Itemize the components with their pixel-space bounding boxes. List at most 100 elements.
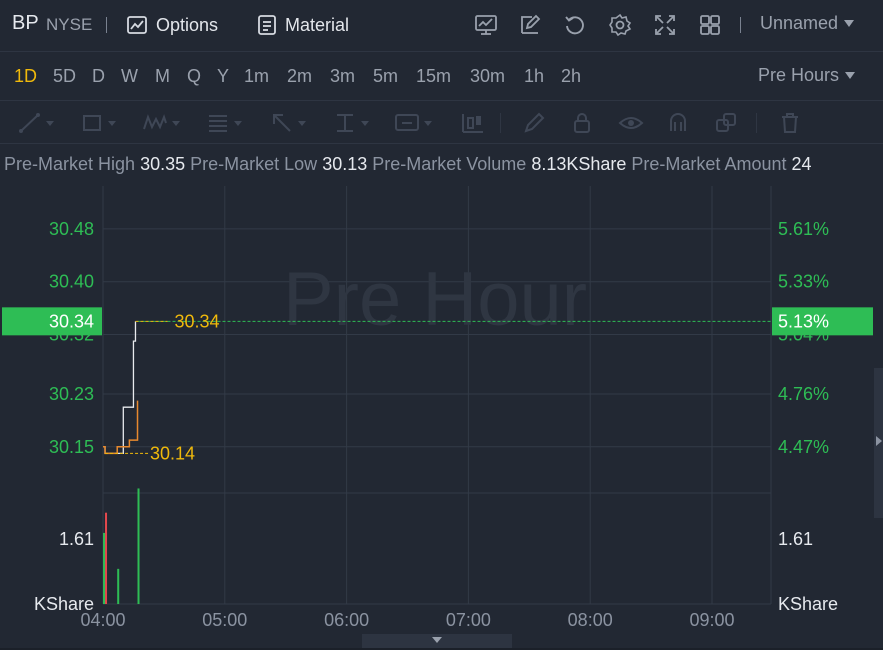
- arrow-tool[interactable]: [270, 111, 306, 135]
- rectangle-tool[interactable]: [80, 111, 116, 135]
- period-1d[interactable]: 1D: [14, 66, 37, 87]
- lock-icon[interactable]: [570, 111, 594, 135]
- volume-tick-left: 1.61: [59, 529, 94, 549]
- y-axis-left-tick: 30.23: [49, 384, 94, 404]
- premarket-high-value: 30.35: [140, 154, 186, 174]
- trend-line-icon: [19, 113, 40, 133]
- document-icon: [258, 15, 276, 35]
- y-axis-left-tick: 30.15: [49, 437, 94, 457]
- side-panel-handle[interactable]: [874, 368, 883, 518]
- chart-background: [0, 186, 883, 634]
- material-label: Material: [285, 14, 350, 35]
- magnet-icon[interactable]: [666, 111, 690, 135]
- price-chart[interactable]: Pre Hour 30.4830.4030.3230.2330.155.61%5…: [0, 186, 883, 634]
- material-button[interactable]: Material: [257, 12, 349, 38]
- chevron-down-icon: [234, 120, 242, 126]
- clone-icon[interactable]: [714, 111, 738, 135]
- layout-dropdown[interactable]: Unnamed: [760, 13, 855, 34]
- volume-bar: [105, 512, 108, 604]
- chevron-down-icon: [845, 72, 856, 79]
- period-m[interactable]: M: [155, 66, 170, 87]
- gear-icon[interactable]: [608, 13, 632, 37]
- volume-bar: [117, 568, 120, 604]
- y-axis-right-tick: 4.76%: [778, 384, 829, 404]
- price-range-icon: [337, 114, 353, 132]
- period-30m[interactable]: 30m: [470, 66, 505, 87]
- grid-layout-icon[interactable]: [698, 13, 722, 37]
- text-label-tool[interactable]: [394, 111, 432, 135]
- drawing-toolbar: [0, 100, 883, 144]
- low-marker-label: 30.14: [150, 443, 195, 463]
- period-1h[interactable]: 1h: [524, 66, 544, 87]
- wave-icon: [143, 114, 167, 130]
- premarket-amount-value: 24: [791, 154, 812, 174]
- options-label: Options: [156, 14, 219, 35]
- x-axis-tick: 04:00: [80, 610, 125, 630]
- period-2m[interactable]: 2m: [287, 66, 312, 87]
- chevron-down-icon: [298, 120, 306, 126]
- chart-box-icon: [127, 16, 147, 34]
- period-1m[interactable]: 1m: [244, 66, 269, 87]
- options-button[interactable]: Options: [126, 12, 218, 38]
- y-axis-right-tick: 5.61%: [778, 219, 829, 239]
- premarket-low-label: Pre-Market Low: [190, 154, 318, 174]
- session-dropdown[interactable]: Pre Hours: [758, 65, 856, 86]
- fibonacci-tool[interactable]: [206, 111, 242, 135]
- premarket-volume-label: Pre-Market Volume: [372, 154, 527, 174]
- fullscreen-icon[interactable]: [653, 13, 677, 37]
- pencil-icon[interactable]: [522, 111, 546, 135]
- chevron-right-icon: [876, 436, 882, 446]
- y-axis-left-tick: 30.48: [49, 219, 94, 239]
- exchange-label: NYSE: [46, 15, 93, 34]
- volume-unit-right: KShare: [778, 594, 838, 614]
- chevron-down-icon: [424, 120, 432, 126]
- session-label: Pre Hours: [758, 65, 840, 85]
- edit-icon[interactable]: [518, 13, 542, 37]
- premarket-amount-label: Pre-Market Amount: [631, 154, 787, 174]
- x-axis-tick: 06:00: [324, 610, 369, 630]
- x-axis-tick: 07:00: [446, 610, 491, 630]
- eye-icon[interactable]: [618, 111, 644, 135]
- premarket-high-label: Pre-Market High: [4, 154, 136, 174]
- trash-icon[interactable]: [778, 111, 802, 135]
- candle-icon: [462, 114, 483, 133]
- indicator-icon[interactable]: [474, 13, 498, 37]
- y-axis-right-tick: 4.47%: [778, 437, 829, 457]
- trend-line-tool[interactable]: [18, 111, 54, 135]
- rectangle-icon: [83, 115, 101, 131]
- period-q[interactable]: Q: [187, 66, 201, 87]
- chevron-down-icon: [46, 120, 54, 126]
- text-label-icon: [395, 114, 419, 131]
- wave-tool[interactable]: [142, 111, 180, 135]
- price-range-tool[interactable]: [333, 111, 369, 135]
- x-axis-tick: 05:00: [202, 610, 247, 630]
- period-5m[interactable]: 5m: [373, 66, 398, 87]
- chart-watermark: Pre Hour: [283, 257, 587, 342]
- period-5d[interactable]: 5D: [53, 66, 76, 87]
- ticker-symbol[interactable]: BP: [12, 12, 39, 35]
- chevron-down-icon[interactable]: [432, 637, 442, 643]
- fibonacci-icon: [209, 115, 227, 132]
- layout-name: Unnamed: [760, 13, 839, 33]
- chevron-down-icon: [361, 120, 369, 126]
- chevron-down-icon: [844, 20, 855, 27]
- period-2h[interactable]: 2h: [561, 66, 581, 87]
- period-y[interactable]: Y: [217, 66, 229, 87]
- volume-bar: [137, 488, 140, 604]
- period-3m[interactable]: 3m: [330, 66, 355, 87]
- x-axis-tick: 08:00: [568, 610, 613, 630]
- period-15m[interactable]: 15m: [416, 66, 451, 87]
- premarket-volume-value: 8.13KShare: [531, 154, 627, 174]
- period-d[interactable]: D: [92, 66, 105, 87]
- y-axis-left-tick: 30.40: [49, 272, 94, 292]
- candle-tool[interactable]: [459, 111, 485, 135]
- period-w[interactable]: W: [121, 66, 138, 87]
- divider: [740, 17, 741, 33]
- refresh-icon[interactable]: [563, 13, 587, 37]
- premarket-low-value: 30.13: [322, 154, 368, 174]
- volume-tick-right: 1.61: [778, 529, 813, 549]
- arrow-icon: [273, 114, 291, 132]
- divider: [500, 113, 501, 133]
- current-change-label-right: 5.13%: [778, 311, 829, 331]
- top-toolbar: BP NYSE Options Material Unnamed: [0, 0, 883, 52]
